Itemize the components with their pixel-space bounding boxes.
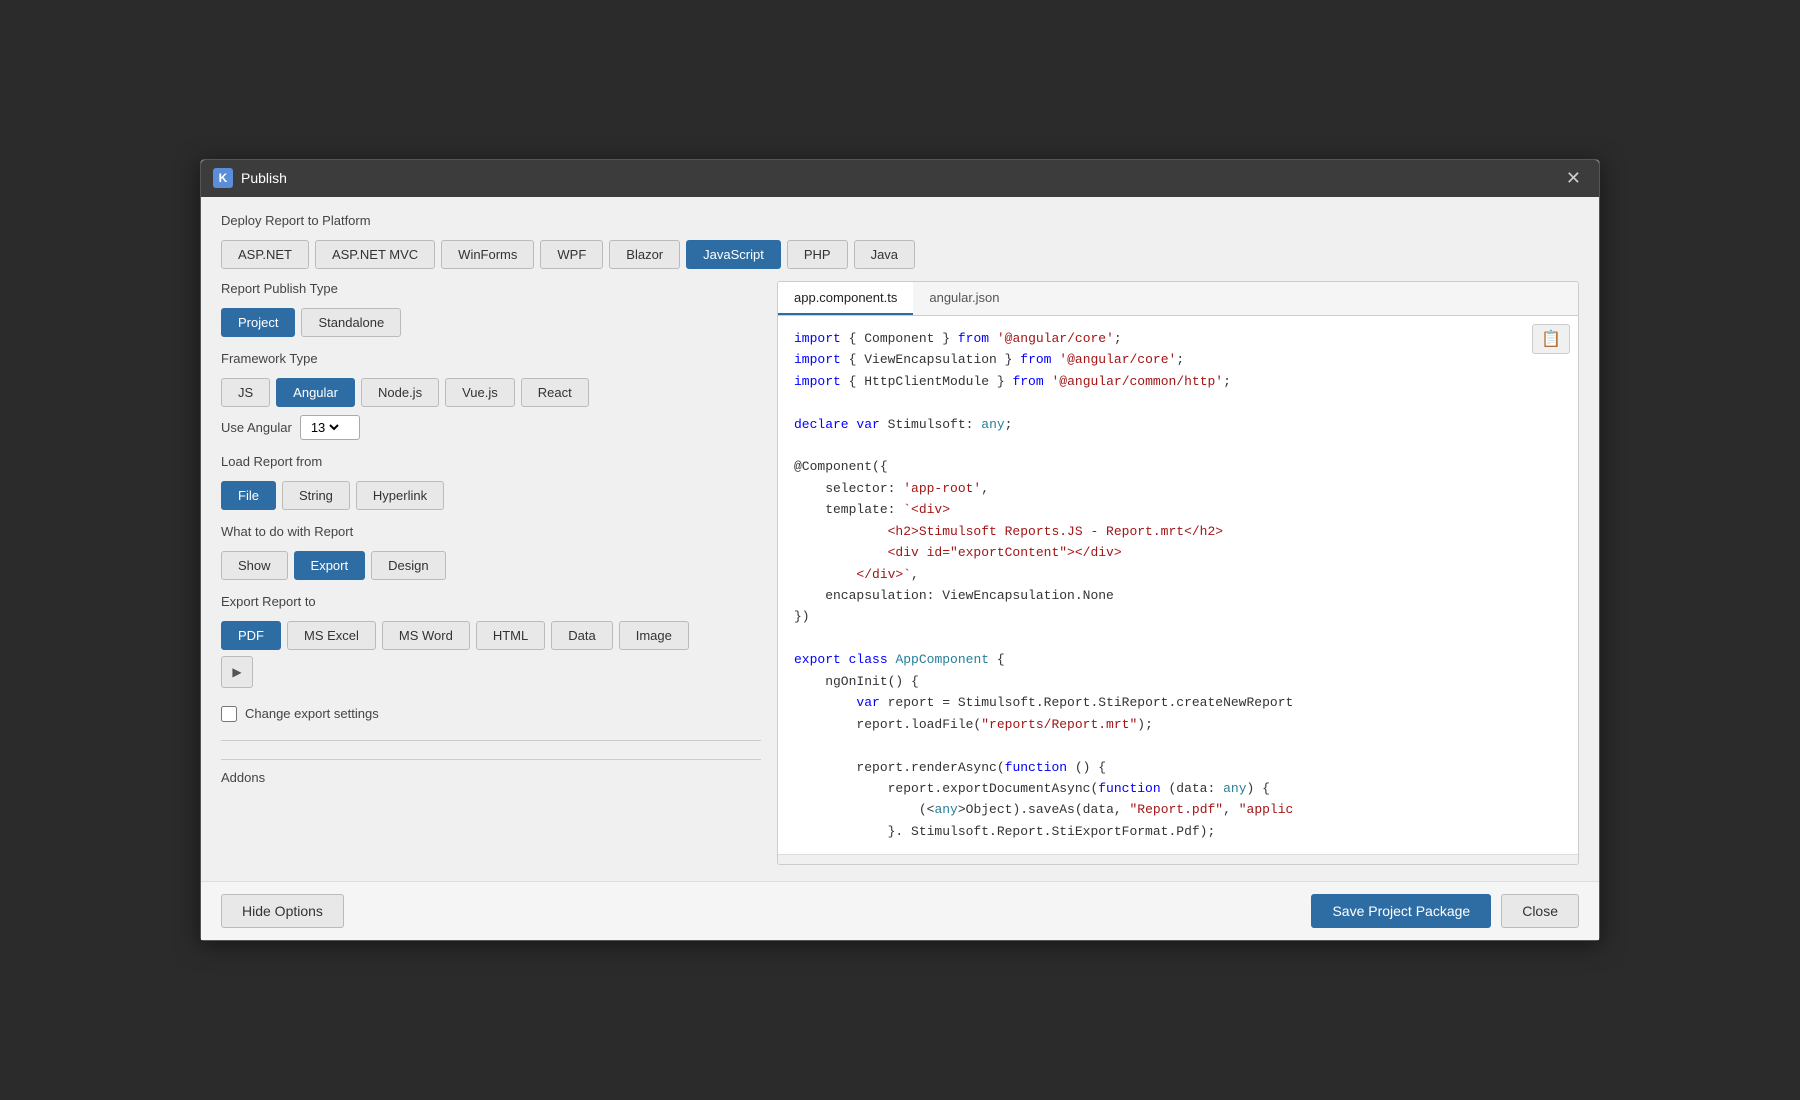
hide-options-button[interactable]: Hide Options <box>221 894 344 928</box>
export-msword-btn[interactable]: MS Word <box>382 621 470 650</box>
load-report-section: Load Report from File String Hyperlink <box>221 454 761 510</box>
framework-angular[interactable]: Angular <box>276 378 355 407</box>
report-action-section: What to do with Report Show Export Desig… <box>221 524 761 580</box>
play-btn-row: ▶ <box>221 656 761 688</box>
publish-dialog: K Publish ✕ Deploy Report to Platform AS… <box>200 159 1600 942</box>
report-action-label: What to do with Report <box>221 524 761 539</box>
load-string-btn[interactable]: String <box>282 481 350 510</box>
platform-php[interactable]: PHP <box>787 240 848 269</box>
footer-left: Hide Options <box>221 894 344 928</box>
save-project-button[interactable]: Save Project Package <box>1311 894 1491 928</box>
action-export-btn[interactable]: Export <box>294 551 366 580</box>
dialog-body: Deploy Report to Platform ASP.NET ASP.NE… <box>201 197 1599 882</box>
addons-title: Addons <box>221 770 761 785</box>
main-content: Report Publish Type Project Standalone F… <box>221 281 1579 866</box>
title-close-button[interactable]: ✕ <box>1560 166 1587 191</box>
framework-vuejs[interactable]: Vue.js <box>445 378 515 407</box>
left-panel: Report Publish Type Project Standalone F… <box>221 281 761 866</box>
change-export-checkbox[interactable] <box>221 706 237 722</box>
action-show-btn[interactable]: Show <box>221 551 288 580</box>
title-bar-left: K Publish <box>213 168 287 188</box>
scrollbar-filler <box>778 854 1578 864</box>
export-to-section: Export Report to PDF MS Excel MS Word HT… <box>221 594 761 688</box>
platform-winforms[interactable]: WinForms <box>441 240 534 269</box>
publish-standalone-btn[interactable]: Standalone <box>301 308 401 337</box>
platform-java[interactable]: Java <box>854 240 915 269</box>
framework-row: JS Angular Node.js Vue.js React <box>221 378 761 407</box>
code-text: import { Component } from '@angular/core… <box>794 328 1562 843</box>
framework-section: Framework Type JS Angular Node.js Vue.js… <box>221 351 761 440</box>
export-msexcel-btn[interactable]: MS Excel <box>287 621 376 650</box>
export-image-btn[interactable]: Image <box>619 621 689 650</box>
export-pdf-btn[interactable]: PDF <box>221 621 281 650</box>
framework-js[interactable]: JS <box>221 378 270 407</box>
platform-aspnet-mvc[interactable]: ASP.NET MVC <box>315 240 435 269</box>
publish-type-row: Project Standalone <box>221 308 761 337</box>
change-export-row: Change export settings <box>221 706 761 722</box>
load-report-label: Load Report from <box>221 454 761 469</box>
deploy-label: Deploy Report to Platform <box>221 213 1579 228</box>
angular-version-select[interactable]: 13 12 11 10 <box>300 415 360 440</box>
angular-version-label: Use Angular <box>221 420 292 435</box>
publish-type-label: Report Publish Type <box>221 281 761 296</box>
deploy-section: Deploy Report to Platform ASP.NET ASP.NE… <box>221 213 1579 269</box>
publish-type-section: Report Publish Type Project Standalone <box>221 281 761 337</box>
export-data-btn[interactable]: Data <box>551 621 612 650</box>
app-icon: K <box>213 168 233 188</box>
angular-version-row: Use Angular 13 12 11 10 <box>221 415 761 440</box>
platform-row: ASP.NET ASP.NET MVC WinForms WPF Blazor … <box>221 240 1579 269</box>
action-design-btn[interactable]: Design <box>371 551 445 580</box>
platform-javascript[interactable]: JavaScript <box>686 240 781 269</box>
code-content: 📋 import { Component } from '@angular/co… <box>778 316 1578 855</box>
export-html-btn[interactable]: HTML <box>476 621 545 650</box>
dialog-title: Publish <box>241 170 287 186</box>
export-to-row: PDF MS Excel MS Word HTML Data Image <box>221 621 761 650</box>
close-button[interactable]: Close <box>1501 894 1579 928</box>
title-bar: K Publish ✕ <box>201 160 1599 197</box>
copy-code-button[interactable]: 📋 <box>1532 324 1570 354</box>
tab-angular-json[interactable]: angular.json <box>913 282 1015 315</box>
framework-react[interactable]: React <box>521 378 589 407</box>
platform-wpf[interactable]: WPF <box>540 240 603 269</box>
play-button[interactable]: ▶ <box>221 656 253 688</box>
load-hyperlink-btn[interactable]: Hyperlink <box>356 481 444 510</box>
separator <box>221 740 761 741</box>
angular-version-dropdown[interactable]: 13 12 11 10 <box>307 419 342 436</box>
framework-nodejs[interactable]: Node.js <box>361 378 439 407</box>
report-action-row: Show Export Design <box>221 551 761 580</box>
footer-right: Save Project Package Close <box>1311 894 1579 928</box>
load-report-row: File String Hyperlink <box>221 481 761 510</box>
platform-blazor[interactable]: Blazor <box>609 240 680 269</box>
code-panel: app.component.ts angular.json 📋 import {… <box>777 281 1579 866</box>
export-to-label: Export Report to <box>221 594 761 609</box>
dialog-footer: Hide Options Save Project Package Close <box>201 881 1599 940</box>
publish-project-btn[interactable]: Project <box>221 308 295 337</box>
platform-aspnet[interactable]: ASP.NET <box>221 240 309 269</box>
change-export-label: Change export settings <box>245 706 379 721</box>
load-file-btn[interactable]: File <box>221 481 276 510</box>
framework-label: Framework Type <box>221 351 761 366</box>
tab-app-component[interactable]: app.component.ts <box>778 282 913 315</box>
addons-section: Addons <box>221 759 761 785</box>
code-tabs: app.component.ts angular.json <box>778 282 1578 316</box>
